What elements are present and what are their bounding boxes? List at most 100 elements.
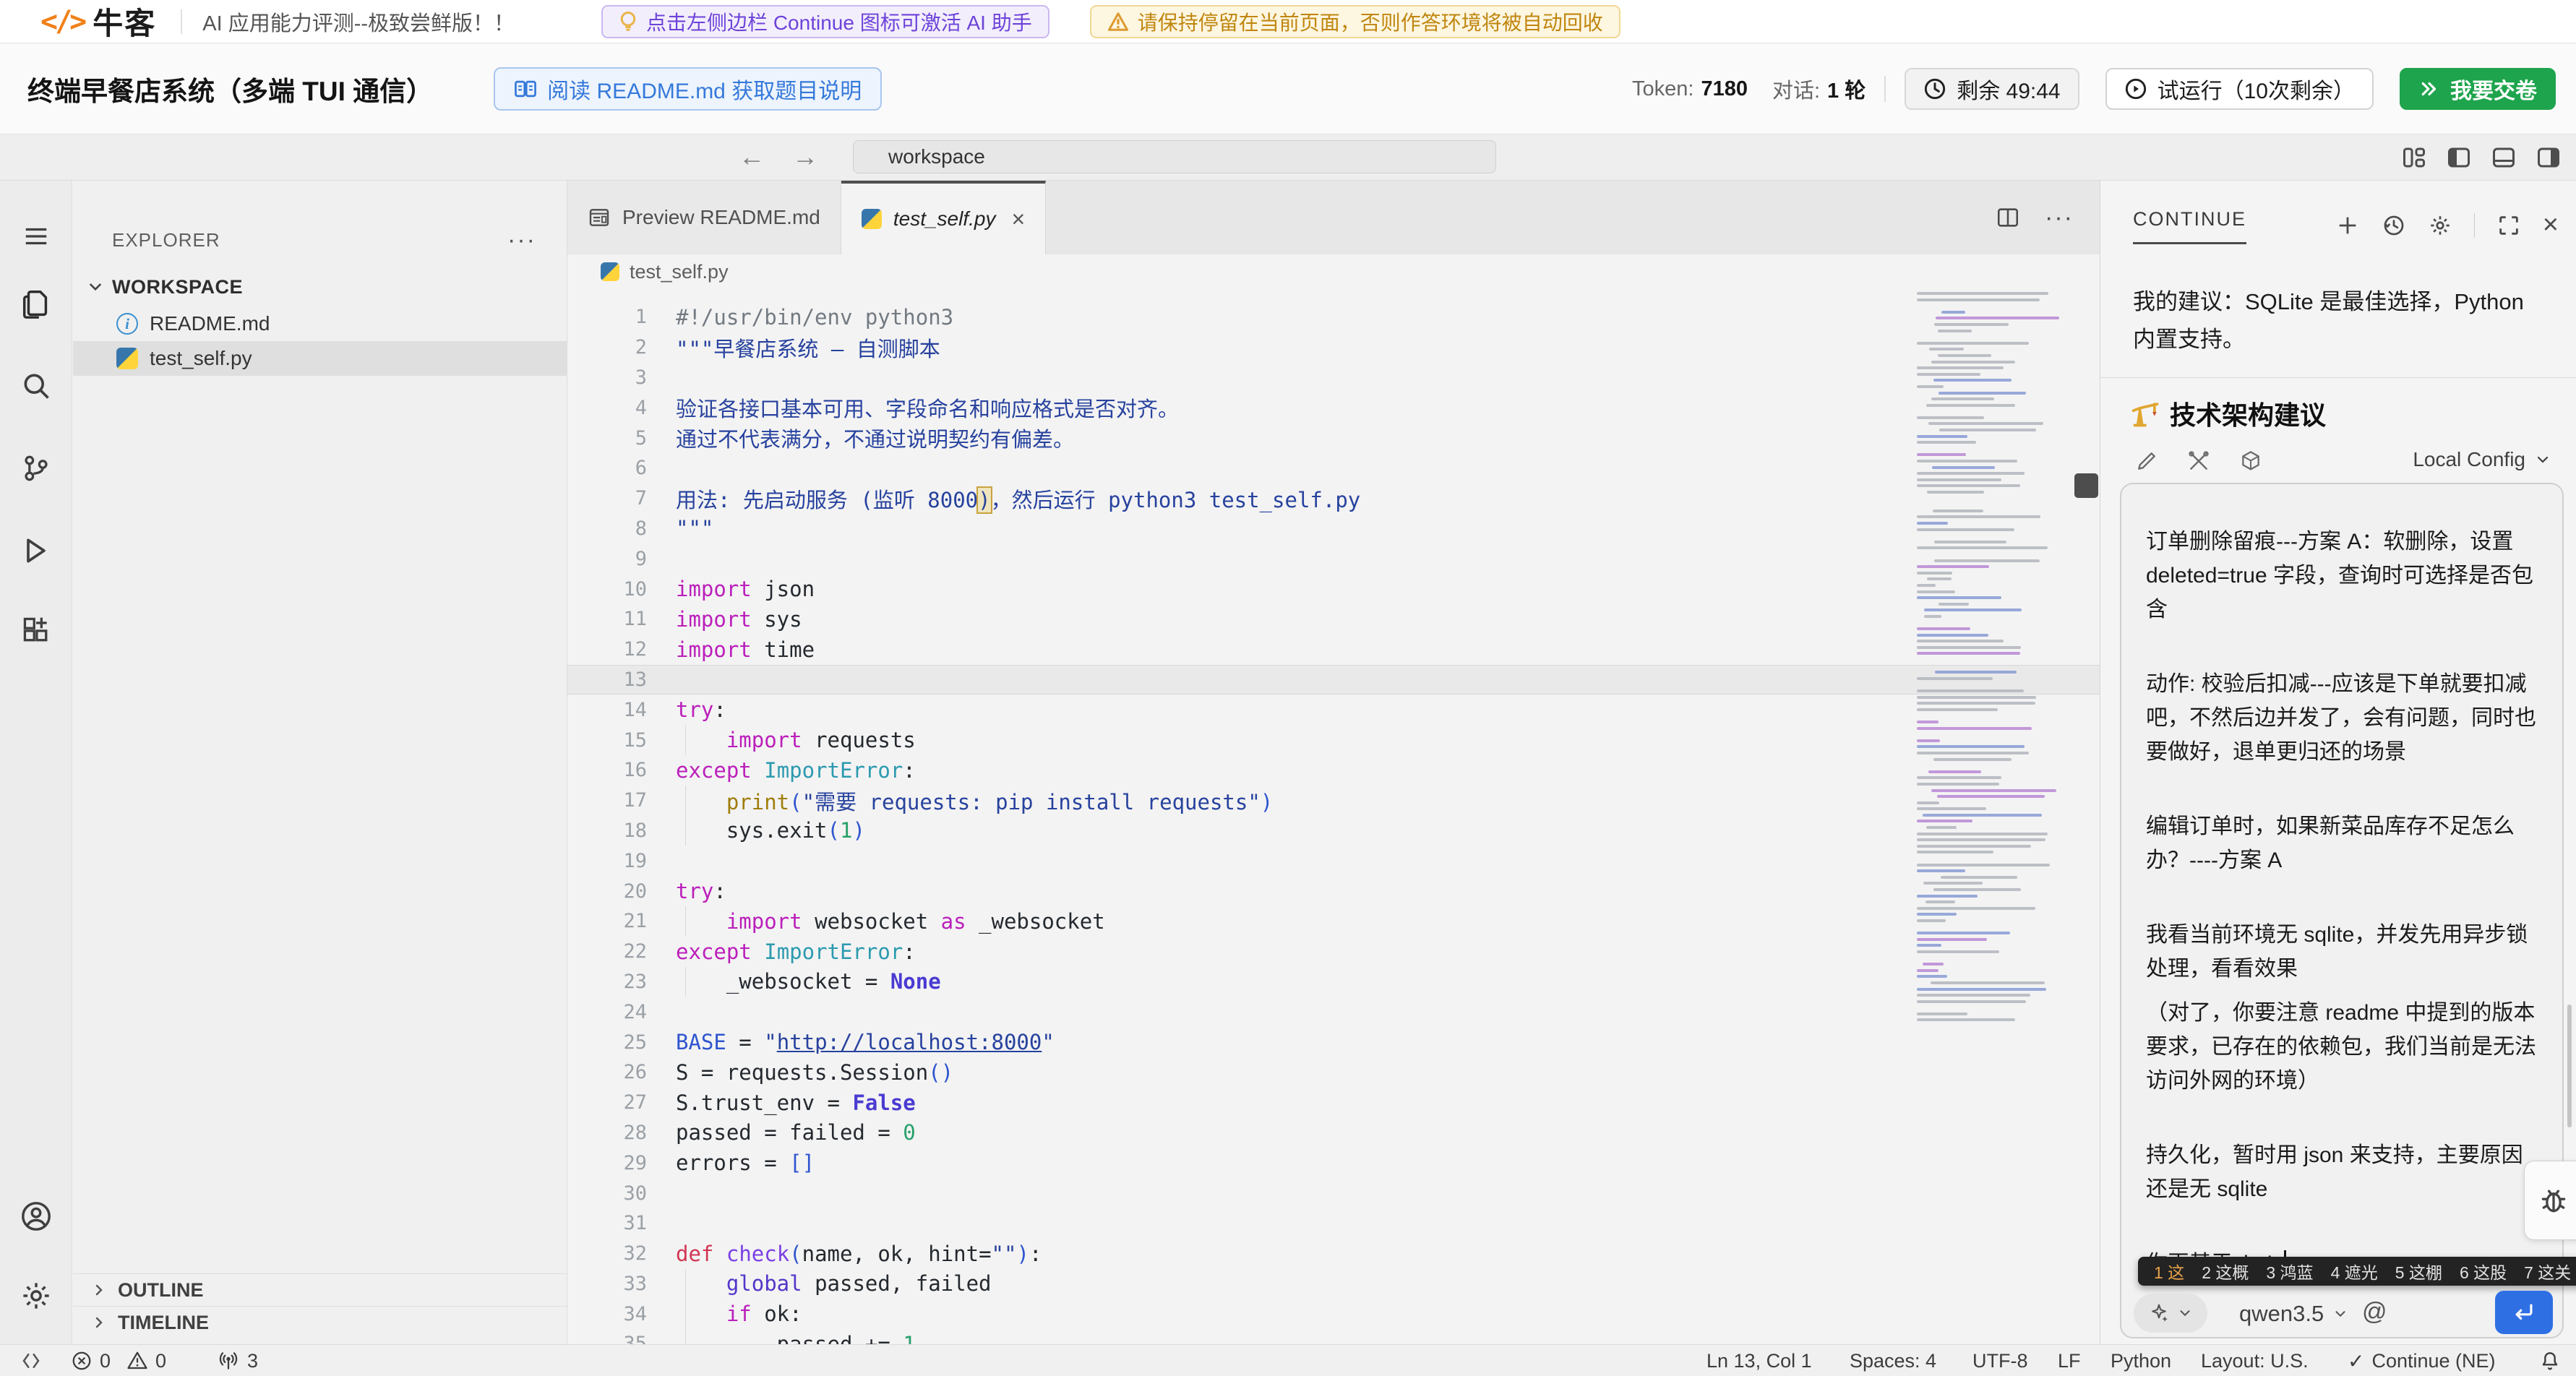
customize-layout-icon[interactable] [2401,145,2427,171]
keyboard-layout[interactable]: Layout: U.S. [2201,1345,2309,1376]
close-tab-icon[interactable]: × [1011,206,1025,233]
divider [2474,213,2475,238]
trial-run-button[interactable]: 试运行（10次剩余） [2105,68,2374,110]
toggle-sidebar-icon[interactable] [2446,145,2472,171]
warning-icon [1107,12,1129,32]
account-icon[interactable] [20,1200,53,1233]
timeline-section[interactable]: TIMELINE [73,1306,567,1338]
command-center-search[interactable]: workspace [853,140,1496,173]
file-item-test-self[interactable]: test_self.py [73,341,567,376]
tab-label: Preview README.md [622,206,820,229]
search-icon[interactable] [20,370,52,402]
python-icon [116,348,138,369]
read-readme-button[interactable]: 阅读 README.md 获取题目说明 [494,67,882,111]
gear-icon[interactable] [2428,213,2452,238]
ports-indicator[interactable]: 3 [217,1345,258,1376]
source-control-icon[interactable] [20,452,52,484]
divider [181,9,182,34]
toggle-secondary-sidebar-icon[interactable] [2536,145,2562,171]
draft-paragraph: 持久化，暂时用 json 来支持，主要原因还是无 sqlite [2146,1138,2539,1206]
close-panel-icon[interactable]: × [2543,210,2559,241]
ime-candidate[interactable]: 1 这 [2154,1259,2184,1283]
code-line: 24 [567,997,2100,1027]
cube-icon[interactable] [2239,450,2262,473]
code-line: 9 [567,543,2100,574]
explorer-more-actions-icon[interactable]: ··· [507,226,536,254]
run-debug-icon[interactable] [20,535,52,567]
draft-paragraph: （对了，你要注意 readme 中提到的版本要求，已存在的依赖包，我们当前是无法… [2146,996,2539,1098]
language-mode[interactable]: Python [2111,1345,2171,1376]
lightbulb-icon [619,11,637,33]
code-line: 35 passed += 1 [567,1329,2100,1344]
settings-gear-icon[interactable] [20,1279,53,1312]
encoding[interactable]: UTF-8 [1972,1345,2028,1376]
cursor-position[interactable]: Ln 13, Col 1 [1706,1345,1812,1376]
panel-scrollbar-thumb[interactable] [2567,1005,2572,1127]
ime-candidate[interactable]: 6 这股 [2460,1259,2507,1283]
workspace-section-header[interactable]: WORKSPACE [73,269,567,305]
code-line: 31 [567,1208,2100,1239]
split-editor-icon[interactable] [1996,205,2020,230]
notifications-bell[interactable] [2538,1345,2562,1376]
eol-sequence[interactable]: LF [2058,1345,2081,1376]
minimap[interactable] [1914,292,2080,1057]
tools-icon[interactable] [2187,450,2210,473]
ime-candidate[interactable]: 5 这棚 [2395,1259,2442,1283]
tab-test-self[interactable]: test_self.py × [841,181,1046,254]
submit-button[interactable]: 我要交卷 [2400,68,2556,110]
info-icon: i [116,313,138,335]
menu-icon[interactable] [22,223,50,250]
clock-icon [1923,77,1946,100]
problems-indicator[interactable]: 0 0 [71,1345,166,1376]
extensions-icon[interactable] [20,614,52,646]
ime-candidate[interactable]: 2 这概 [2202,1259,2249,1283]
chat-input-box[interactable]: 订单删除留痕---方案 A：软删除，设置 deleted=true 字段，查询时… [2120,483,2564,1338]
chat-draft-text[interactable]: 订单删除留痕---方案 A：软删除，设置 deleted=true 字段，查询时… [2121,484,2564,1281]
fullscreen-icon[interactable] [2496,213,2521,238]
book-icon [514,79,537,99]
breadcrumb[interactable]: test_self.py [567,254,2100,289]
read-readme-label: 阅读 README.md 获取题目说明 [547,73,862,105]
double-chevron-icon [2418,78,2440,100]
remote-indicator[interactable] [20,1345,42,1376]
outline-section[interactable]: OUTLINE [73,1273,567,1306]
model-label: qwen3.5 [2239,1301,2324,1327]
history-icon[interactable] [2382,213,2406,238]
history-back-button[interactable]: ← [739,142,765,172]
indentation[interactable]: Spaces: 4 [1850,1345,1936,1376]
continue-status[interactable]: ✓ Continue (NE) [2348,1345,2496,1376]
section-heading: 技术架构建议 [2129,395,2326,432]
code-line: 3 [567,363,2100,393]
time-remaining-button[interactable]: 剩余 49:44 [1905,68,2079,110]
editor-more-actions-icon[interactable]: ··· [2045,204,2074,232]
error-count: 0 [100,1350,111,1372]
timeline-label: TIMELINE [118,1312,209,1334]
explorer-icon[interactable] [20,288,53,321]
history-forward-button[interactable]: → [792,142,818,172]
edit-pencil-icon[interactable] [2135,450,2158,473]
file-name: test_self.py [150,347,252,370]
nowcoder-logo[interactable]: </> 牛客 [40,0,156,43]
add-context-button[interactable]: @ [2362,1298,2387,1326]
new-session-icon[interactable] [2335,213,2360,238]
ime-candidate[interactable]: 4 遮光 [2331,1259,2378,1283]
ime-candidate[interactable]: 7 这关 [2524,1259,2571,1283]
model-selector[interactable]: qwen3.5 [2239,1301,2348,1327]
tab-preview-readme[interactable]: Preview README.md [567,181,841,254]
code-line: 25BASE = "http://localhost:8000" [567,1027,2100,1057]
mode-selector-pill[interactable] [2134,1294,2207,1333]
send-button[interactable] [2495,1291,2553,1334]
toggle-panel-icon[interactable] [2491,145,2517,171]
file-item-readme[interactable]: i README.md [73,306,567,341]
continue-panel-title[interactable]: CONTINUE [2133,208,2246,244]
config-selector[interactable]: Local Config [2413,448,2551,471]
editor-scrollbar-thumb[interactable] [2074,473,2098,498]
ime-candidate[interactable]: 3 鸿蓝 [2266,1259,2313,1283]
code-editor[interactable]: 1#!/usr/bin/env python32"""早餐店系统 — 自测脚本3… [567,289,2100,1344]
debug-float-button[interactable] [2524,1161,2576,1240]
token-label: Token: [1632,77,1693,101]
code-line: 19 [567,846,2100,876]
code-line: 29errors = [] [567,1148,2100,1178]
vscode-titlebar: ← → workspace [0,134,2576,181]
bell-icon [2538,1349,2562,1372]
